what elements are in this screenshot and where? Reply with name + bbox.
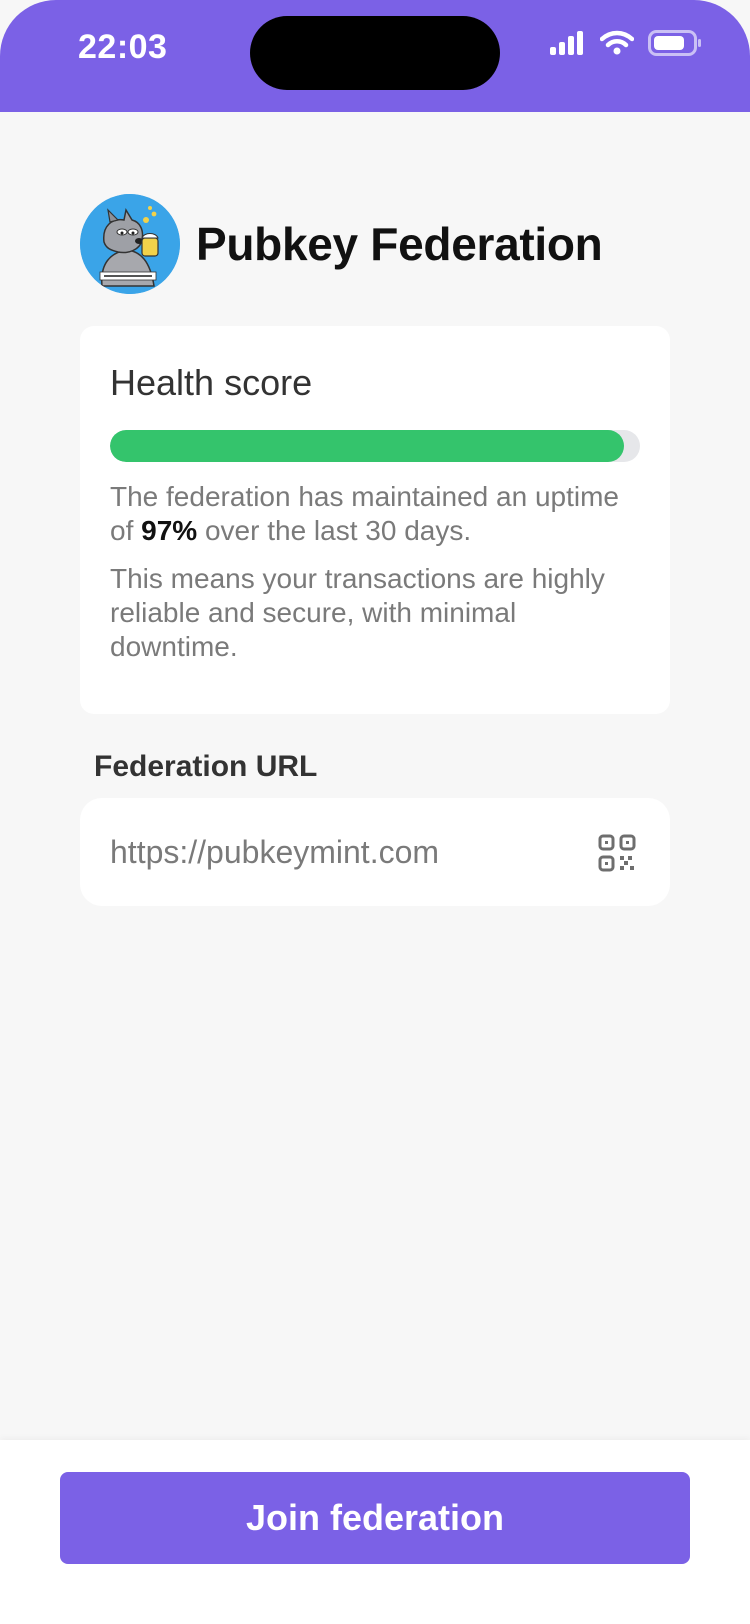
join-federation-button[interactable]: Join federation bbox=[60, 1472, 690, 1564]
uptime-text: The federation has maintained an uptime … bbox=[110, 480, 650, 548]
federation-url-field[interactable]: https://pubkeymint.com bbox=[80, 798, 670, 906]
health-progress-bar bbox=[110, 430, 640, 462]
health-score-title: Health score bbox=[110, 362, 313, 403]
dynamic-island bbox=[250, 16, 500, 90]
qr-code-icon[interactable] bbox=[598, 834, 636, 872]
health-progress-fill bbox=[110, 430, 625, 462]
signal-icon bbox=[550, 31, 583, 55]
status-bar: 22:03 bbox=[0, 0, 750, 112]
uptime-value: 97% bbox=[141, 515, 198, 546]
battery-icon bbox=[648, 30, 701, 56]
page-title: Pubkey Federation bbox=[196, 218, 603, 270]
reliability-text: This means your transactions are highly … bbox=[110, 563, 605, 662]
status-time: 22:03 bbox=[78, 28, 168, 66]
federation-url-value[interactable]: https://pubkeymint.com bbox=[110, 834, 439, 871]
bottom-action-bar: Join federation bbox=[0, 1440, 750, 1624]
uptime-text-after: over the last 30 days. bbox=[197, 515, 472, 546]
wolf-mascot-avatar bbox=[80, 194, 180, 294]
wolf-mascot-icon bbox=[80, 194, 180, 294]
status-icons bbox=[548, 30, 702, 56]
health-score-card: Health score The federation has maintain… bbox=[80, 326, 670, 714]
federation-url-label: Federation URL bbox=[94, 750, 318, 783]
wifi-icon bbox=[600, 30, 634, 55]
federation-header: Pubkey Federation bbox=[80, 194, 603, 294]
